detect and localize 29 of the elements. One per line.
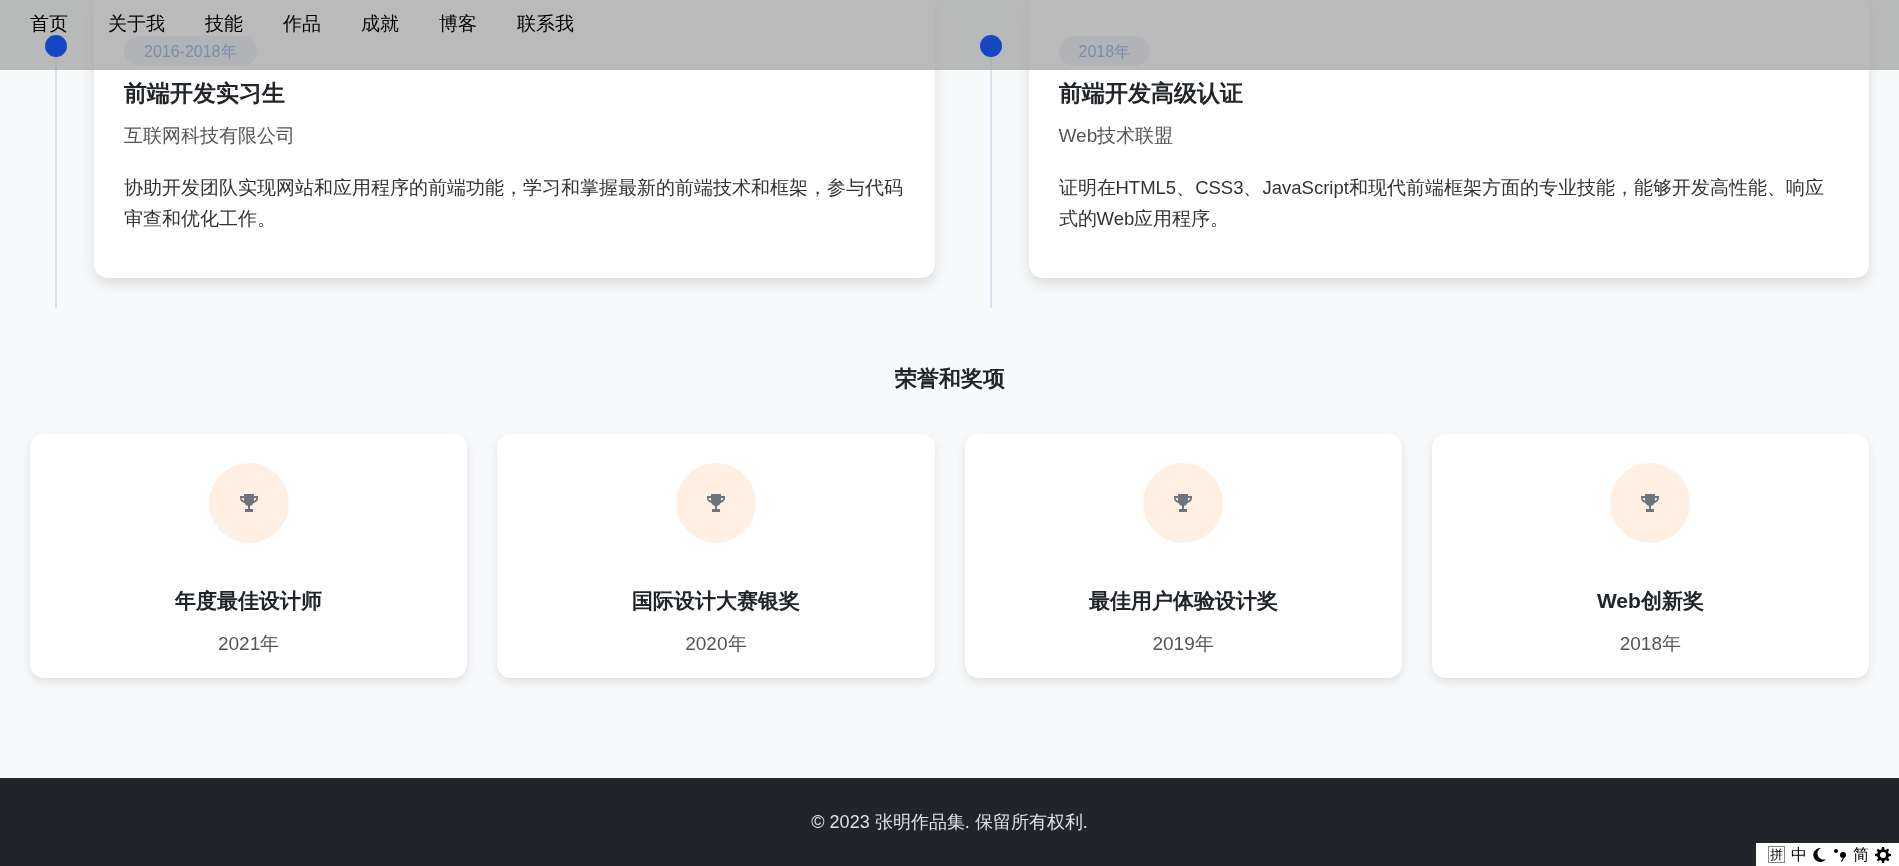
nav-link[interactable]: 技能 [205, 14, 243, 34]
nav-link[interactable]: 成就 [361, 14, 399, 34]
nav-link[interactable]: 关于我 [108, 14, 165, 34]
entry-title: 前端开发高级认证 [1058, 79, 1244, 108]
section-title: 荣誉和奖项 [893, 365, 1006, 393]
ime-button[interactable]: 中 [1791, 845, 1807, 864]
award-name: 最佳用户体验设计奖 [1088, 588, 1278, 614]
organization-name: Web技术联盟 [1058, 124, 1175, 148]
nav-link[interactable]: 首页 [30, 14, 68, 34]
settings-icon[interactable] [1875, 846, 1891, 863]
punctuation-icon[interactable] [1833, 846, 1847, 863]
entry-description: 证明在HTML5、CSS3、JavaScript和现代前端框架方面的专业技能，能够开发高性能、响应式的Web应用程序。 [1058, 176, 1825, 231]
award-year: 2019年 [1152, 632, 1214, 656]
award-year: 2020年 [685, 632, 747, 656]
award-year: 2021年 [218, 632, 280, 656]
nav-link[interactable]: 联系我 [517, 14, 574, 34]
award-name: 年度最佳设计师 [175, 588, 323, 614]
nav-link[interactable]: 博客 [439, 14, 477, 34]
ime-button[interactable]: 简 [1853, 845, 1869, 864]
award-name: 国际设计大赛银奖 [631, 588, 800, 614]
nav-link[interactable]: 作品 [283, 14, 321, 34]
copyright-text: © 2023 张明作品集. 保留所有权利. [811, 811, 1088, 834]
award-year: 2018年 [1619, 632, 1681, 656]
organization-name: 互联网科技有限公司 [124, 124, 296, 148]
entry-description: 协助开发团队实现网站和应用程序的前端功能，学习和掌握最新的前端技术和框架，参与代码审查和优化工作。 [124, 176, 904, 231]
award-name: Web创新奖 [1596, 588, 1704, 614]
moon-icon[interactable] [1813, 846, 1827, 863]
ime-button[interactable]: 拼 [1768, 846, 1785, 863]
entry-title: 前端开发实习生 [124, 79, 286, 108]
